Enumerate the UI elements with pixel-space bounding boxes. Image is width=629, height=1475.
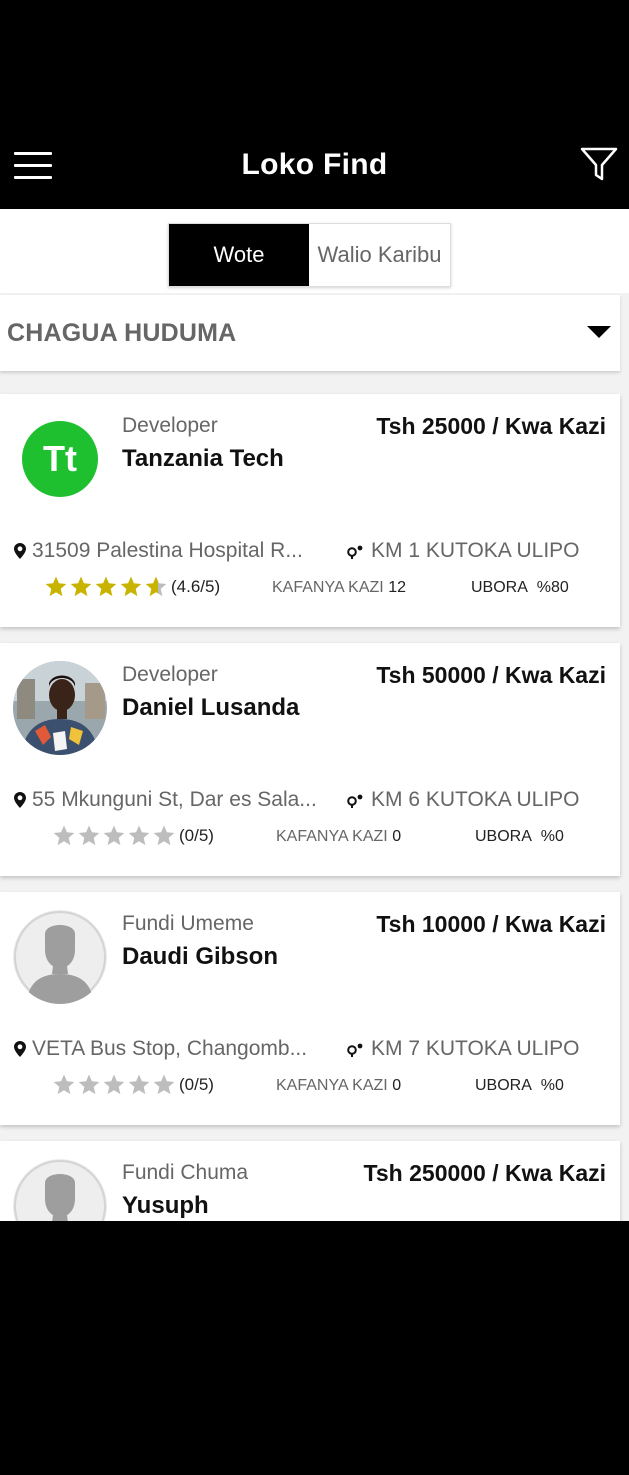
provider-distance: KM 7 KUTOKA ULIPO xyxy=(347,1037,580,1061)
quality-label: UBORA xyxy=(475,828,532,845)
provider-name: Yusuph xyxy=(122,1192,209,1219)
star-filled-icon xyxy=(45,576,67,597)
tab-wote[interactable]: Wote xyxy=(169,224,309,286)
segmented-tabs: Wote Walio Karibu xyxy=(168,223,451,287)
quality-value: %80 xyxy=(536,579,569,596)
status-bar-area xyxy=(0,0,629,130)
provider-name: Tanzania Tech xyxy=(122,445,284,472)
star-empty-icon xyxy=(103,1074,125,1095)
star-empty-icon xyxy=(153,1074,175,1095)
rating-stars: (0/5) xyxy=(52,1073,214,1097)
provider-price: Tsh 50000 / Kwa Kazi xyxy=(376,662,606,688)
star-filled-icon xyxy=(95,576,117,597)
default-person-avatar xyxy=(13,1159,107,1221)
quality-score: UBORA %0 xyxy=(475,828,564,846)
service-dropdown-label: CHAGUA HUDUMA xyxy=(7,319,237,347)
jobs-done: KAFANYA KAZI 0 xyxy=(276,828,401,846)
star-empty-icon xyxy=(128,825,150,846)
default-person-avatar xyxy=(13,910,107,1004)
rating-value: (0/5) xyxy=(179,826,214,845)
provider-card[interactable]: Developer Daniel Lusanda Tsh 50000 / Kwa… xyxy=(0,643,620,876)
provider-category: Developer xyxy=(122,663,218,686)
provider-address: 31509 Palestina Hospital R... xyxy=(14,539,303,563)
provider-address-text: 55 Mkunguni St, Dar es Sala... xyxy=(32,788,317,811)
star-empty-icon xyxy=(53,825,75,846)
star-empty-icon xyxy=(153,825,175,846)
star-empty-icon xyxy=(78,1074,100,1095)
service-dropdown[interactable]: CHAGUA HUDUMA xyxy=(0,295,620,371)
svg-text:Tt: Tt xyxy=(43,438,77,479)
location-pin-icon xyxy=(14,543,26,559)
provider-address: VETA Bus Stop, Changomb... xyxy=(14,1037,307,1061)
provider-distance-text: KM 1 KUTOKA ULIPO xyxy=(371,539,580,562)
star-empty-icon xyxy=(78,825,100,846)
app-bar: Loko Find xyxy=(0,130,629,209)
nearby-pin-icon xyxy=(347,794,363,808)
quality-value: %0 xyxy=(540,828,564,845)
rating-stars: (4.6/5) xyxy=(44,575,220,599)
quality-label: UBORA xyxy=(471,579,528,596)
rating-stars: (0/5) xyxy=(52,824,214,848)
jobs-label: KAFANYA KAZI xyxy=(276,1077,388,1094)
provider-category: Fundi Chuma xyxy=(122,1161,249,1184)
jobs-count: 0 xyxy=(392,828,402,845)
provider-distance: KM 6 KUTOKA ULIPO xyxy=(347,788,580,812)
dropdown-triangle-icon xyxy=(587,326,611,338)
tab-walio-karibu[interactable]: Walio Karibu xyxy=(309,224,450,286)
provider-price: Tsh 250000 / Kwa Kazi xyxy=(363,1160,606,1186)
provider-price: Tsh 25000 / Kwa Kazi xyxy=(376,413,606,439)
provider-card[interactable]: Fundi Umeme Daudi Gibson Tsh 10000 / Kwa… xyxy=(0,892,620,1125)
tt-logo-avatar: Tt xyxy=(13,412,107,506)
provider-address-text: 31509 Palestina Hospital R... xyxy=(32,539,303,562)
user-photo-avatar xyxy=(13,661,107,755)
jobs-count: 12 xyxy=(388,579,406,596)
location-pin-icon xyxy=(14,792,26,808)
jobs-label: KAFANYA KAZI xyxy=(272,579,384,596)
app-title: Loko Find xyxy=(241,148,388,181)
star-empty-icon xyxy=(53,1074,75,1095)
location-pin-icon xyxy=(14,1041,26,1057)
quality-score: UBORA %80 xyxy=(471,579,569,597)
star-empty-icon xyxy=(128,1074,150,1095)
provider-address-text: VETA Bus Stop, Changomb... xyxy=(32,1037,308,1060)
jobs-done: KAFANYA KAZI 12 xyxy=(272,579,406,597)
rating-value: (0/5) xyxy=(179,1075,214,1094)
quality-label: UBORA xyxy=(475,1077,532,1094)
provider-distance-text: KM 7 KUTOKA ULIPO xyxy=(371,1037,580,1060)
quality-score: UBORA %0 xyxy=(475,1077,564,1095)
star-filled-icon xyxy=(120,576,142,597)
quality-value: %0 xyxy=(540,1077,564,1094)
provider-category: Fundi Umeme xyxy=(122,912,254,935)
jobs-done: KAFANYA KAZI 0 xyxy=(276,1077,401,1095)
star-empty-icon xyxy=(103,825,125,846)
funnel-filter-icon[interactable] xyxy=(579,144,619,184)
provider-name: Daniel Lusanda xyxy=(122,694,300,721)
rating-value: (4.6/5) xyxy=(171,577,221,596)
provider-distance: KM 1 KUTOKA ULIPO xyxy=(347,539,580,563)
star-filled-icon xyxy=(70,576,92,597)
provider-distance-text: KM 6 KUTOKA ULIPO xyxy=(371,788,580,811)
nearby-pin-icon xyxy=(347,1043,363,1057)
provider-name: Daudi Gibson xyxy=(122,943,278,970)
main-content: Wote Walio Karibu CHAGUA HUDUMA Tt Devel… xyxy=(0,209,629,1221)
provider-card[interactable]: Fundi Chuma Yusuph Tsh 250000 / Kwa Kazi xyxy=(0,1141,620,1221)
jobs-label: KAFANYA KAZI xyxy=(276,828,388,845)
nearby-pin-icon xyxy=(347,545,363,559)
provider-address: 55 Mkunguni St, Dar es Sala... xyxy=(14,788,317,812)
provider-card[interactable]: Tt Developer Tanzania Tech Tsh 25000 / K… xyxy=(0,394,620,627)
provider-category: Developer xyxy=(122,414,218,437)
jobs-count: 0 xyxy=(392,1077,402,1094)
star-half-icon xyxy=(145,576,167,597)
provider-price: Tsh 10000 / Kwa Kazi xyxy=(376,911,606,937)
bottom-black-area xyxy=(0,1221,629,1475)
